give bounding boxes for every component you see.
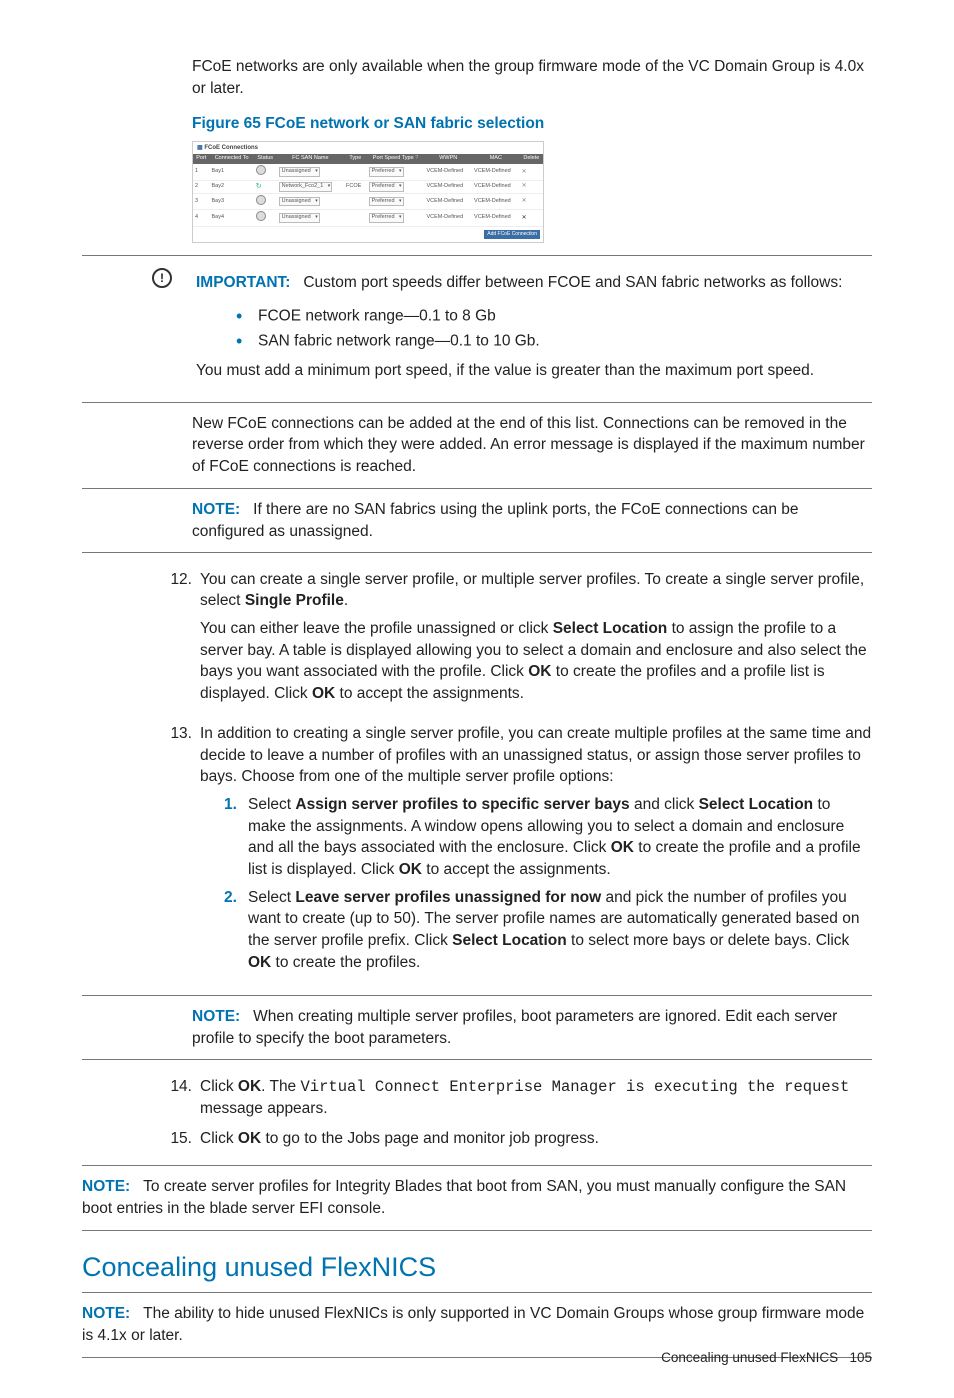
- important-label: IMPORTANT:: [196, 274, 290, 291]
- intro-paragraph: FCoE networks are only available when th…: [192, 56, 872, 99]
- step-12: 12. You can create a single server profi…: [162, 569, 872, 715]
- divider: [82, 552, 872, 553]
- important-tail: You must add a minimum port speed, if th…: [196, 360, 842, 382]
- substep-2: 2. Select Leave server profiles unassign…: [224, 887, 872, 974]
- divider: [82, 1230, 872, 1231]
- note-block: NOTE: To create server profiles for Inte…: [82, 1176, 872, 1219]
- step-13: 13. In addition to creating a single ser…: [162, 723, 872, 980]
- divider: [82, 1059, 872, 1060]
- section-heading: Concealing unused FlexNICS: [82, 1249, 872, 1287]
- step-15: 15. Click OK to go to the Jobs page and …: [162, 1128, 872, 1150]
- step-14: 14. Click OK. The Virtual Connect Enterp…: [162, 1076, 872, 1120]
- divider: [82, 1292, 872, 1293]
- divider: [82, 488, 872, 489]
- divider: [82, 255, 872, 256]
- note-block: NOTE: If there are no SAN fabrics using …: [192, 499, 872, 542]
- divider: [82, 1165, 872, 1166]
- bullet-san-range: SAN fabric network range—0.1 to 10 Gb.: [236, 329, 842, 354]
- substep-1: 1. Select Assign server profiles to spec…: [224, 794, 872, 881]
- important-block: ! IMPORTANT: Custom port speeds differ b…: [152, 266, 872, 392]
- figure-screenshot: ▦ FCoE Connections PortConnected ToStatu…: [192, 141, 544, 243]
- note-block: NOTE: The ability to hide unused FlexNIC…: [82, 1303, 872, 1346]
- figure-caption: Figure 65 FCoE network or SAN fabric sel…: [192, 113, 872, 135]
- divider: [82, 995, 872, 996]
- page-footer: Concealing unused FlexNICS 105: [661, 1349, 872, 1368]
- divider: [82, 402, 872, 403]
- important-lead: Custom port speeds differ between FCOE a…: [303, 274, 842, 291]
- new-connections-paragraph: New FCoE connections can be added at the…: [192, 413, 872, 478]
- important-icon: !: [152, 268, 172, 288]
- bullet-fcoe-range: FCOE network range—0.1 to 8 Gb: [236, 304, 842, 329]
- note-block: NOTE: When creating multiple server prof…: [192, 1006, 872, 1049]
